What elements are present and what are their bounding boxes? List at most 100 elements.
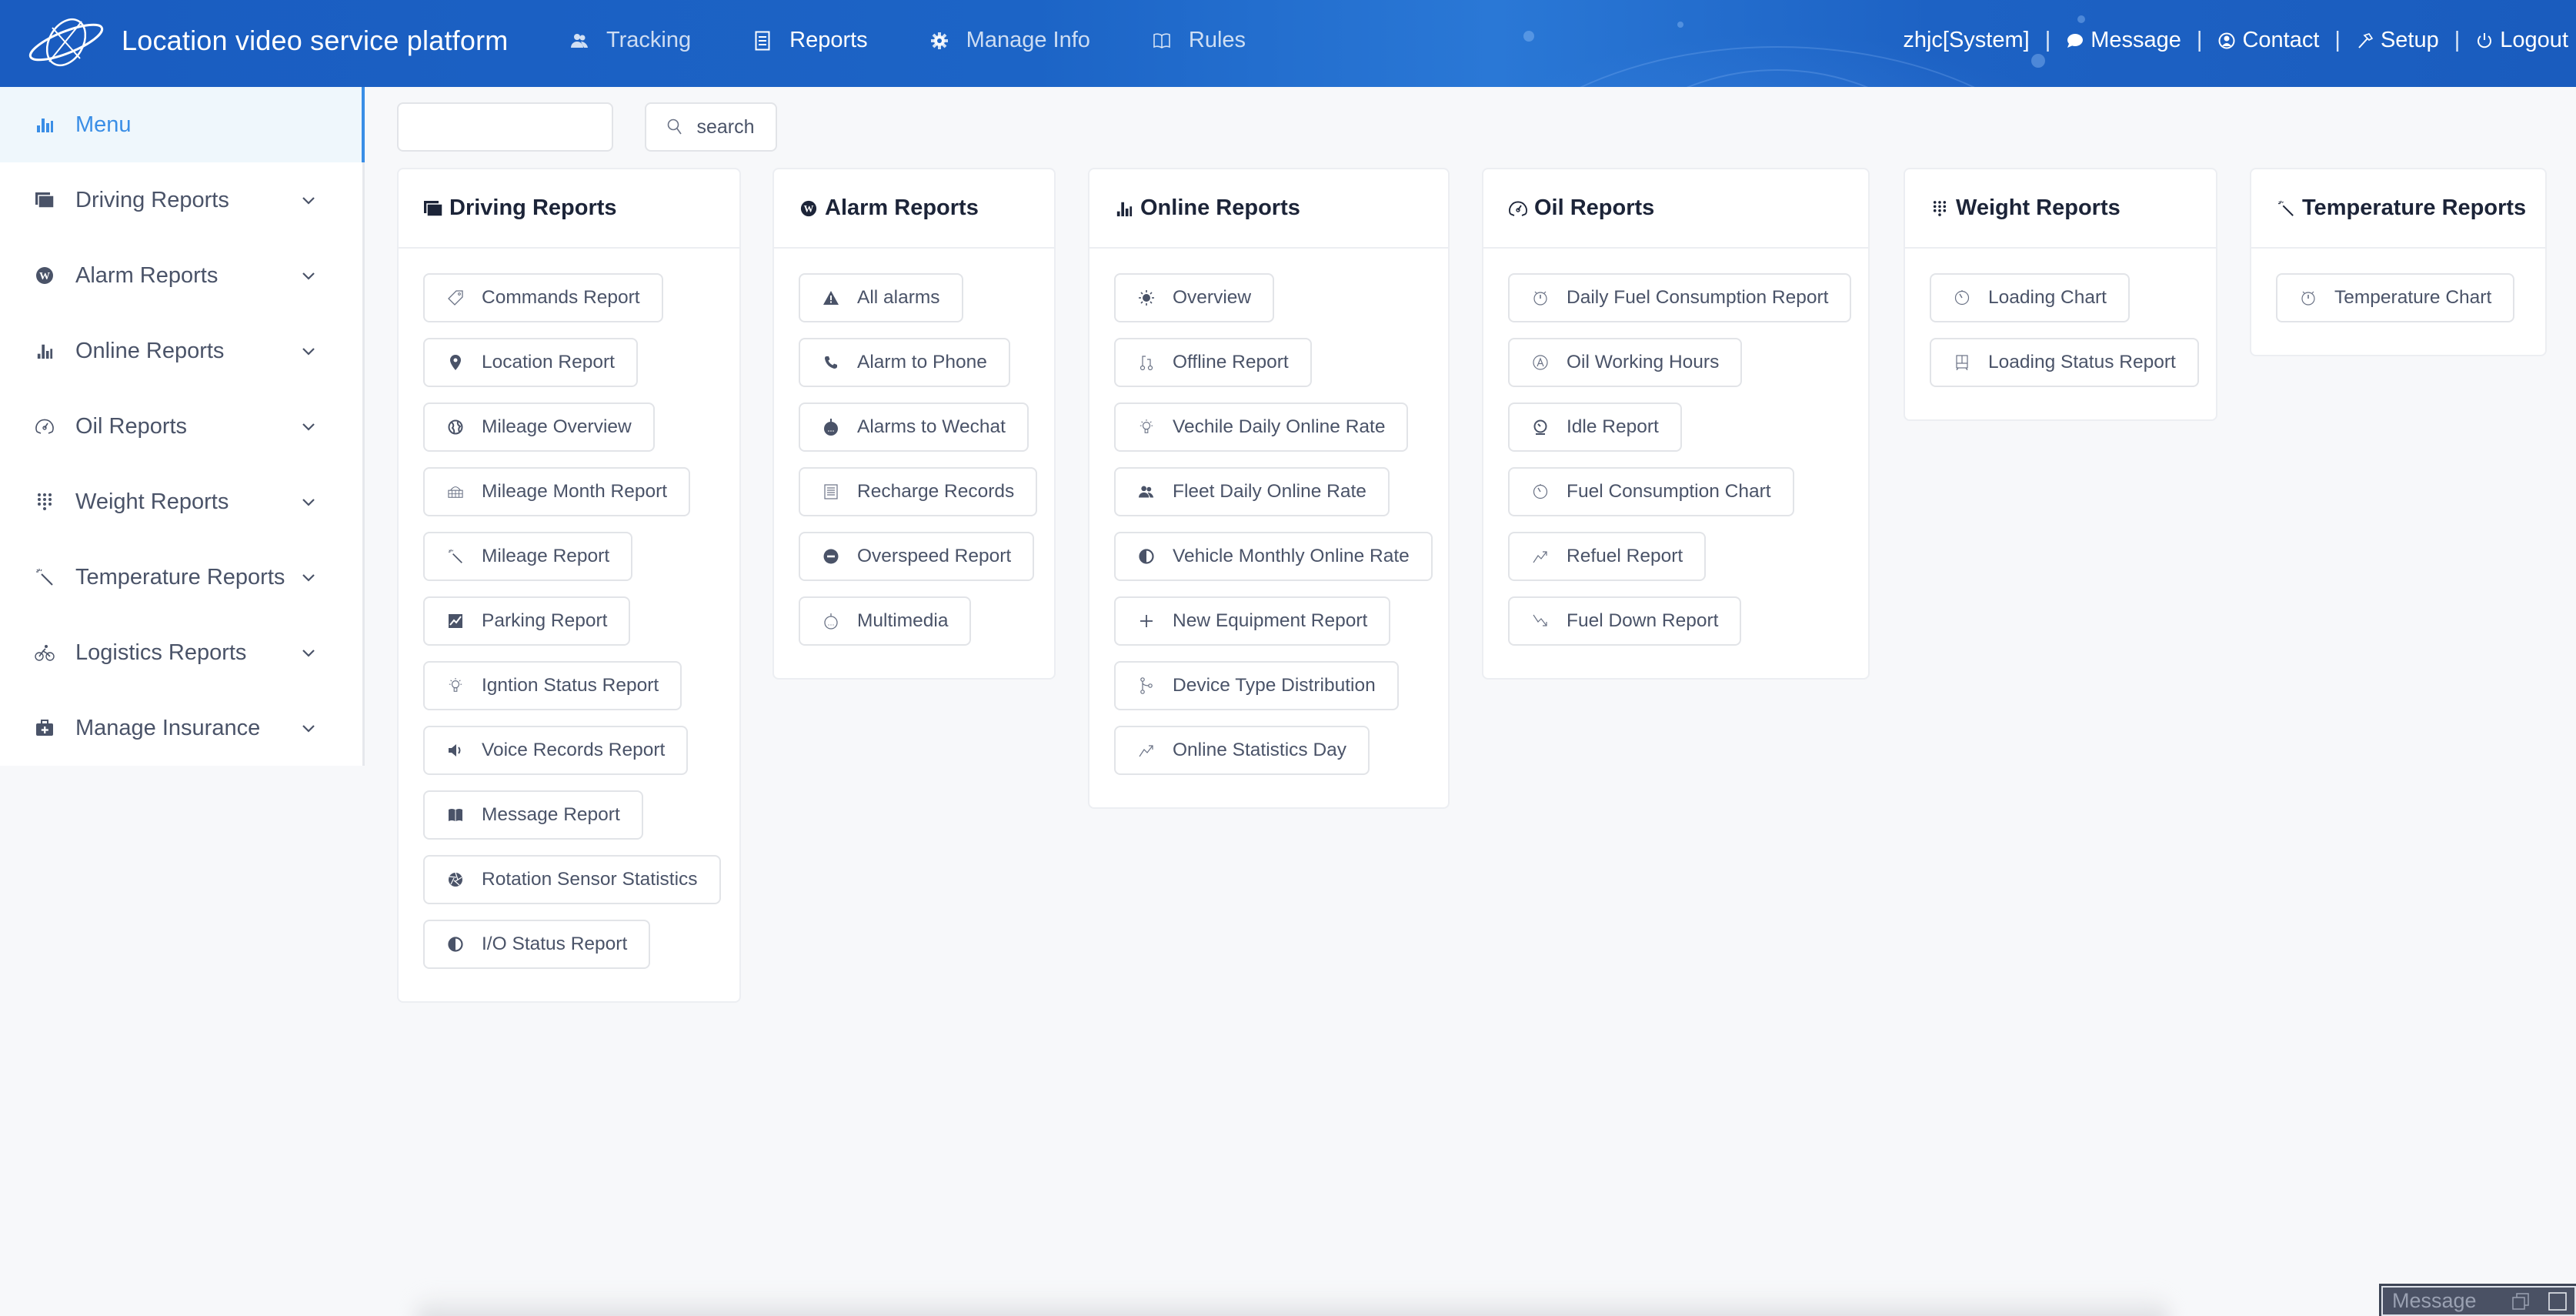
report-button-commands[interactable]: Commands Report xyxy=(423,273,663,322)
report-button-alarm-to-phone[interactable]: Alarm to Phone xyxy=(799,338,1010,387)
report-button-label: New Equipment Report xyxy=(1173,610,1368,631)
card-driving-reports: Driving Reports Commands Report Location… xyxy=(397,168,741,1003)
bar-chart-icon xyxy=(37,119,53,132)
report-button-io-status[interactable]: I/O Status Report xyxy=(423,920,651,969)
sidebar-item-label: Manage Insurance xyxy=(75,715,261,740)
report-button-loading-status[interactable]: Loading Status Report xyxy=(1930,338,2199,387)
report-button-idle[interactable]: Idle Report xyxy=(1508,402,1682,452)
report-button-location[interactable]: Location Report xyxy=(423,338,638,387)
top-header: Location video service platform Tracking… xyxy=(0,0,2576,87)
nav-label: Manage Info xyxy=(966,28,1090,52)
card-title: Online Reports xyxy=(1140,195,1300,220)
report-button-online-statistics-day[interactable]: Online Statistics Day xyxy=(1114,726,1370,775)
report-button-vehicle-daily-online-rate[interactable]: Vechile Daily Online Rate xyxy=(1114,402,1409,452)
chevron-down-icon xyxy=(302,650,315,657)
nav-manage-info[interactable]: Manage Info xyxy=(929,28,1090,53)
setup-link[interactable]: Setup xyxy=(2356,28,2439,53)
card-temperature-reports: Temperature Reports Temperature Chart xyxy=(2250,168,2547,356)
report-button-alarms-to-wechat[interactable]: Alarms to Wechat xyxy=(799,402,1029,452)
report-button-message[interactable]: Message Report xyxy=(423,790,643,840)
report-button-label: Vehicle Monthly Online Rate xyxy=(1173,546,1410,566)
speedometer-icon xyxy=(1508,199,1528,219)
report-search-input[interactable] xyxy=(397,102,613,152)
dialpad-icon xyxy=(34,491,55,513)
chevron-down-icon xyxy=(302,423,315,431)
report-button-label: Idle Report xyxy=(1567,416,1659,437)
sidebar-item-weight-reports[interactable]: Weight Reports xyxy=(0,464,362,539)
sidebar-item-alarm-reports[interactable]: W Alarm Reports xyxy=(0,238,362,313)
report-button-offline[interactable]: Offline Report xyxy=(1114,338,1312,387)
contrast-icon xyxy=(448,937,463,952)
restore-window-icon[interactable] xyxy=(2511,1292,2530,1311)
gauge-icon xyxy=(1533,419,1548,435)
chevron-down-icon xyxy=(302,574,315,582)
report-button-mileage-overview[interactable]: Mileage Overview xyxy=(423,402,655,452)
report-button-label: Device Type Distribution xyxy=(1173,675,1376,696)
sidebar-item-temperature-reports[interactable]: Temperature Reports xyxy=(0,539,362,615)
decor-dot xyxy=(2031,54,2045,68)
report-button-label: Alarm to Phone xyxy=(857,352,987,372)
report-button-multimedia[interactable]: Multimedia xyxy=(799,596,972,646)
report-button-parking[interactable]: Parking Report xyxy=(423,596,631,646)
sidebar-menu-header[interactable]: Menu xyxy=(0,87,365,162)
report-button-label: I/O Status Report xyxy=(482,934,628,954)
sidebar-item-label: Alarm Reports xyxy=(75,262,219,288)
logout-label: Logout xyxy=(2500,28,2568,52)
git-branch-icon xyxy=(1139,677,1154,694)
report-button-fuel-consumption-chart[interactable]: Fuel Consumption Chart xyxy=(1508,467,1794,516)
report-button-vehicle-monthly-online-rate[interactable]: Vehicle Monthly Online Rate xyxy=(1114,532,1433,581)
report-button-all-alarms[interactable]: All alarms xyxy=(799,273,963,322)
report-button-oil-working-hours[interactable]: Oil Working Hours xyxy=(1508,338,1743,387)
card-header: W Alarm Reports xyxy=(774,169,1054,249)
report-button-label: Loading Status Report xyxy=(1988,352,2176,372)
message-dock[interactable]: Message xyxy=(2379,1284,2576,1316)
report-button-overview[interactable]: Overview xyxy=(1114,273,1275,322)
sidebar-item-driving-reports[interactable]: Driving Reports xyxy=(0,162,362,238)
report-button-overspeed[interactable]: Overspeed Report xyxy=(799,532,1035,581)
decor-dot xyxy=(1523,31,1534,42)
card-title: Oil Reports xyxy=(1534,195,1655,220)
report-button-ignition-status[interactable]: Igntion Status Report xyxy=(423,661,682,710)
card-header: Temperature Reports xyxy=(2251,169,2545,249)
card-online-reports: Online Reports Overview Offline Report V… xyxy=(1088,168,1450,809)
magic-wand-icon xyxy=(34,566,55,588)
stopwatch-icon xyxy=(2301,290,2316,306)
sidebar-item-online-reports[interactable]: Online Reports xyxy=(0,313,362,389)
sidebar-item-logistics-reports[interactable]: Logistics Reports xyxy=(0,615,362,690)
report-button-label: Loading Chart xyxy=(1988,287,2107,308)
report-button-refuel[interactable]: Refuel Report xyxy=(1508,532,1707,581)
report-button-new-equipment[interactable]: New Equipment Report xyxy=(1114,596,1391,646)
report-button-fuel-down[interactable]: Fuel Down Report xyxy=(1508,596,1742,646)
nav-tracking[interactable]: Tracking xyxy=(569,28,691,53)
report-button-recharge-records[interactable]: Recharge Records xyxy=(799,467,1038,516)
report-button-mileage-month[interactable]: Mileage Month Report xyxy=(423,467,691,516)
report-button-mileage[interactable]: Mileage Report xyxy=(423,532,633,581)
current-user[interactable]: zhjc[System] xyxy=(1903,28,2029,53)
logout-link[interactable]: Logout xyxy=(2475,28,2568,53)
report-button-temperature-chart[interactable]: Temperature Chart xyxy=(2276,273,2515,322)
report-button-label: All alarms xyxy=(857,287,940,308)
search-button-label: search xyxy=(696,115,755,138)
bottom-shadow xyxy=(415,1293,2170,1316)
nav-reports[interactable]: Reports xyxy=(752,28,868,53)
sidebar-item-manage-insurance[interactable]: Manage Insurance xyxy=(0,690,362,766)
report-button-daily-fuel-consumption[interactable]: Daily Fuel Consumption Report xyxy=(1508,273,1852,322)
sidebar-item-oil-reports[interactable]: Oil Reports xyxy=(0,389,362,464)
message-link[interactable]: Message xyxy=(2066,28,2181,53)
list-icon xyxy=(823,484,839,499)
search-button[interactable]: search xyxy=(645,102,777,152)
sidebar-item-label: Driving Reports xyxy=(75,187,229,212)
bot-outline-icon xyxy=(823,613,839,630)
report-button-device-type-distribution[interactable]: Device Type Distribution xyxy=(1114,661,1399,710)
card-title: Temperature Reports xyxy=(2302,195,2527,220)
report-button-label: Voice Records Report xyxy=(482,740,666,760)
nav-rules[interactable]: Rules xyxy=(1152,28,1246,53)
maximize-window-icon[interactable] xyxy=(2548,1291,2567,1311)
report-button-fleet-daily-online-rate[interactable]: Fleet Daily Online Rate xyxy=(1114,467,1390,516)
report-button-label: Location Report xyxy=(482,352,615,372)
report-button-rotation-sensor[interactable]: Rotation Sensor Statistics xyxy=(423,855,721,904)
wordpress-icon: W xyxy=(34,265,55,286)
contact-link[interactable]: Contact xyxy=(2217,28,2319,53)
report-button-loading-chart[interactable]: Loading Chart xyxy=(1930,273,2130,322)
report-button-voice-records[interactable]: Voice Records Report xyxy=(423,726,689,775)
